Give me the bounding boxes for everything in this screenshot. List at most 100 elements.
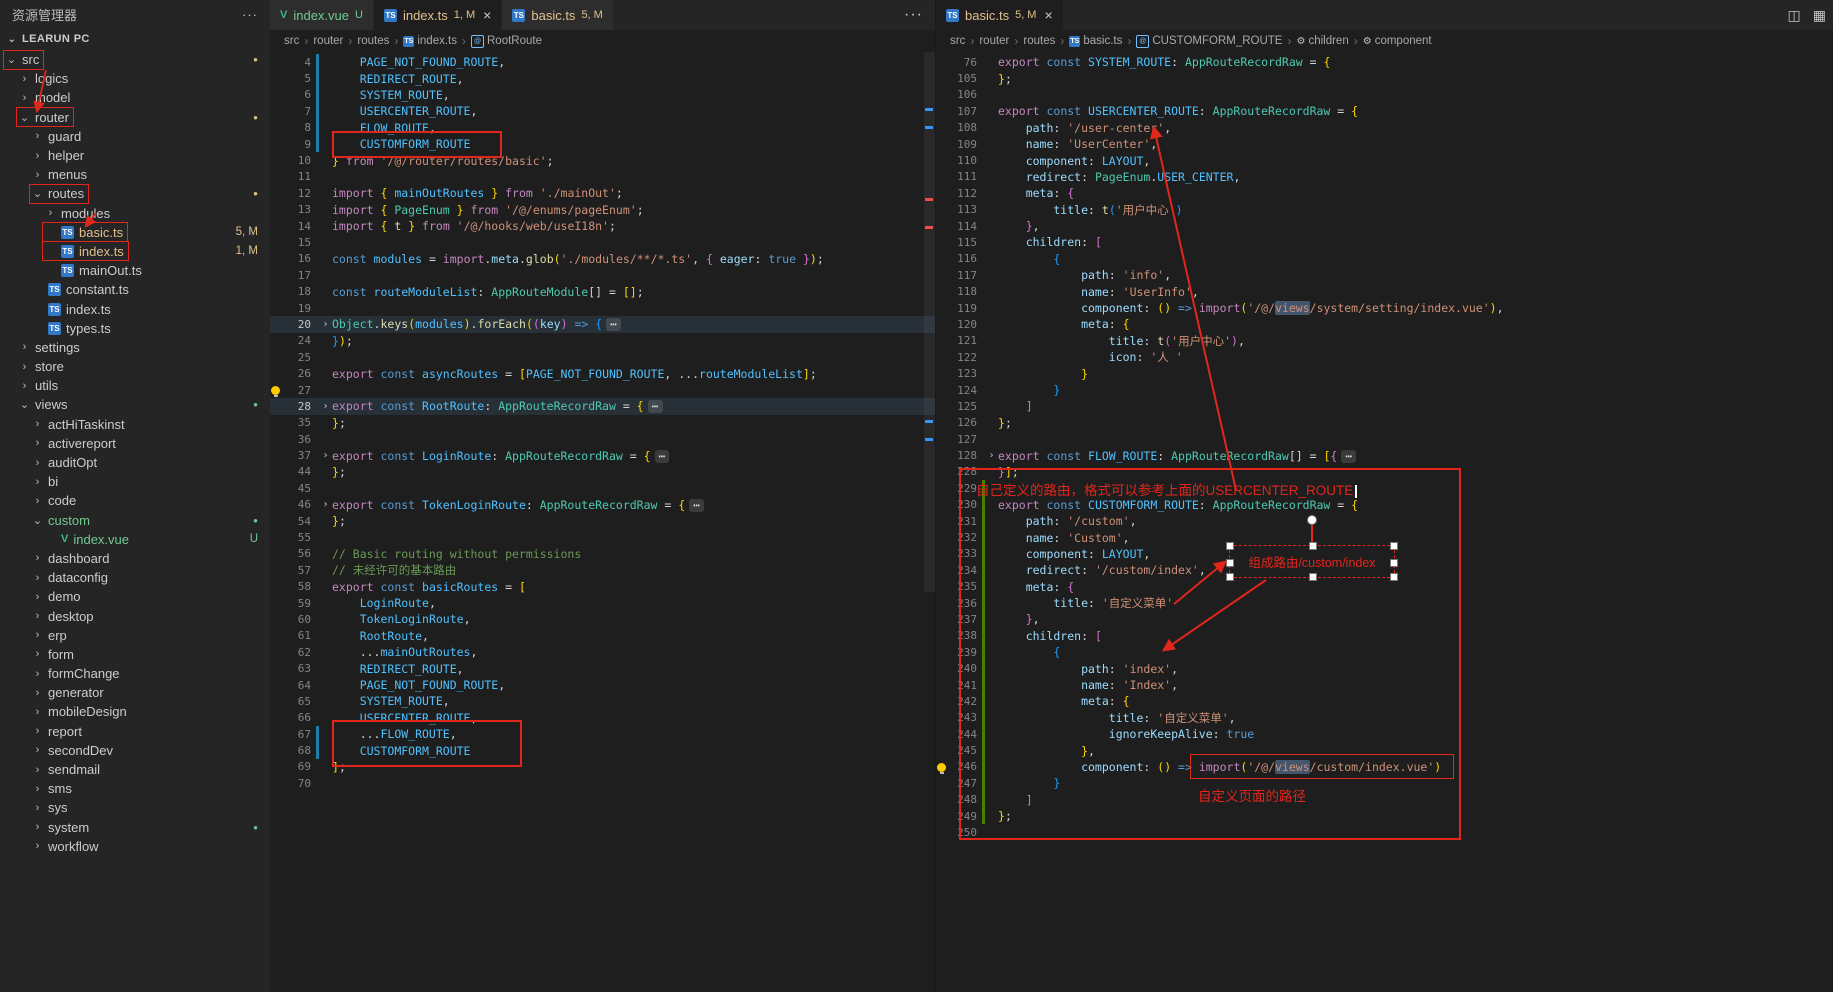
code-line-230[interactable]: 230export const CUSTOMFORM_ROUTE: AppRou…: [936, 497, 1833, 513]
code-line-60[interactable]: 60 TokenLoginRoute,: [270, 611, 935, 627]
breadcrumb-item-router[interactable]: router: [313, 35, 343, 47]
tree-item-dashboard[interactable]: ›dashboard: [0, 549, 270, 568]
code-line-57[interactable]: 57// 未经许可的基本路由: [270, 562, 935, 578]
tree-item-report[interactable]: ›report: [0, 722, 270, 741]
split-editor-icon[interactable]: ◫: [1788, 7, 1801, 24]
code-line-125[interactable]: 125 ]: [936, 398, 1833, 414]
tree-item-secondDev[interactable]: ›secondDev: [0, 741, 270, 760]
code-line-231[interactable]: 231 path: '/custom',: [936, 513, 1833, 529]
code-line-237[interactable]: 237 },: [936, 611, 1833, 627]
tree-item-sms[interactable]: ›sms: [0, 779, 270, 798]
tree-item-constant.ts[interactable]: TSconstant.ts: [0, 280, 270, 299]
code-line-111[interactable]: 111 redirect: PageEnum.USER_CENTER,: [936, 169, 1833, 185]
code-line-126[interactable]: 126};: [936, 415, 1833, 431]
breadcrumb-item-src[interactable]: src: [284, 35, 299, 47]
code-line-238[interactable]: 238 children: [: [936, 628, 1833, 644]
resize-handle[interactable]: [1390, 542, 1398, 550]
rotate-handle[interactable]: [1307, 515, 1317, 525]
code-line-249[interactable]: 249};: [936, 808, 1833, 824]
code-line-117[interactable]: 117 path: 'info',: [936, 267, 1833, 283]
tree-item-actHiTaskinst[interactable]: ›actHiTaskinst: [0, 415, 270, 434]
code-line-26[interactable]: 26export const asyncRoutes = [PAGE_NOT_F…: [270, 365, 935, 381]
lightbulb-icon[interactable]: [937, 763, 946, 772]
code-line-228[interactable]: 228}];: [936, 464, 1833, 480]
code-line-128[interactable]: 128›export const FLOW_ROUTE: AppRouteRec…: [936, 447, 1833, 463]
code-line-110[interactable]: 110 component: LAYOUT,: [936, 152, 1833, 168]
tree-item-settings[interactable]: ›settings: [0, 338, 270, 357]
code-line-108[interactable]: 108 path: '/user-center',: [936, 120, 1833, 136]
code-line-239[interactable]: 239 {: [936, 644, 1833, 660]
tree-item-routes[interactable]: ⌄routes●: [0, 184, 270, 203]
code-line-65[interactable]: 65 SYSTEM_ROUTE,: [270, 693, 935, 709]
layout-icon[interactable]: ▦: [1813, 7, 1826, 24]
breadcrumb-item-RootRoute[interactable]: @RootRoute: [471, 35, 542, 48]
breadcrumb-item-CUSTOMFORM_ROUTE[interactable]: @CUSTOMFORM_ROUTE: [1136, 35, 1282, 48]
close-icon[interactable]: ×: [1044, 7, 1052, 23]
code-line-25[interactable]: 25: [270, 349, 935, 365]
code-line-115[interactable]: 115 children: [: [936, 234, 1833, 250]
tree-item-code[interactable]: ›code: [0, 491, 270, 510]
tree-item-sendmail[interactable]: ›sendmail: [0, 760, 270, 779]
resize-handle[interactable]: [1309, 573, 1317, 581]
tree-item-index.ts[interactable]: TSindex.ts: [0, 299, 270, 318]
folded-region-ellipsis[interactable]: ⋯: [655, 450, 670, 463]
resize-handle[interactable]: [1390, 559, 1398, 567]
code-line-127[interactable]: 127: [936, 431, 1833, 447]
tree-item-dataconfig[interactable]: ›dataconfig: [0, 568, 270, 587]
code-line-64[interactable]: 64 PAGE_NOT_FOUND_ROUTE,: [270, 677, 935, 693]
tree-item-bi[interactable]: ›bi: [0, 472, 270, 491]
code-line-46[interactable]: 46›export const TokenLoginRoute: AppRout…: [270, 497, 935, 513]
code-line-62[interactable]: 62 ...mainOutRoutes,: [270, 644, 935, 660]
code-line-16[interactable]: 16const modules = import.meta.glob('./mo…: [270, 251, 935, 267]
code-line-123[interactable]: 123 }: [936, 365, 1833, 381]
code-line-236[interactable]: 236 title: '自定义菜单': [936, 595, 1833, 611]
editor-tab-basic.ts[interactable]: TSbasic.ts5, M: [502, 0, 613, 30]
tree-item-form[interactable]: ›form: [0, 645, 270, 664]
code-line-54[interactable]: 54};: [270, 513, 935, 529]
code-line-61[interactable]: 61 RootRoute,: [270, 628, 935, 644]
code-line-112[interactable]: 112 meta: {: [936, 185, 1833, 201]
tree-item-erp[interactable]: ›erp: [0, 626, 270, 645]
breadcrumb-item-component[interactable]: ⚙component: [1363, 35, 1432, 47]
tree-item-workflow[interactable]: ›workflow: [0, 837, 270, 856]
tree-item-guard[interactable]: ›guard: [0, 127, 270, 146]
code-line-245[interactable]: 245 },: [936, 742, 1833, 758]
tree-item-custom[interactable]: ⌄custom●: [0, 511, 270, 530]
tree-item-types.ts[interactable]: TStypes.ts: [0, 319, 270, 338]
tree-item-utils[interactable]: ›utils: [0, 376, 270, 395]
code-line-45[interactable]: 45: [270, 480, 935, 496]
tree-item-demo[interactable]: ›demo: [0, 587, 270, 606]
breadcrumb-item-children[interactable]: ⚙children: [1296, 35, 1348, 47]
breadcrumb-item-src[interactable]: src: [950, 35, 965, 47]
code-line-243[interactable]: 243 title: '自定义菜单',: [936, 710, 1833, 726]
folded-region-ellipsis[interactable]: ⋯: [689, 499, 704, 512]
code-line-107[interactable]: 107export const USERCENTER_ROUTE: AppRou…: [936, 103, 1833, 119]
folded-region-ellipsis[interactable]: ⋯: [648, 400, 663, 413]
tree-item-store[interactable]: ›store: [0, 357, 270, 376]
tree-item-views[interactable]: ⌄views●: [0, 395, 270, 414]
lightbulb-icon[interactable]: [271, 386, 280, 395]
scrollbar[interactable]: [924, 52, 935, 592]
code-line-240[interactable]: 240 path: 'index',: [936, 660, 1833, 676]
folded-region-ellipsis[interactable]: ⋯: [606, 318, 621, 331]
more-actions-icon[interactable]: ···: [904, 0, 923, 30]
breadcrumb-item-routes[interactable]: routes: [1023, 35, 1055, 47]
code-line-24[interactable]: 24});: [270, 333, 935, 349]
resize-handle[interactable]: [1226, 573, 1234, 581]
resize-handle[interactable]: [1309, 542, 1317, 550]
breadcrumb-item-routes[interactable]: routes: [357, 35, 389, 47]
breadcrumb-item-router[interactable]: router: [979, 35, 1009, 47]
editor-tab-index.ts[interactable]: TSindex.ts1, M×: [374, 0, 502, 30]
code-line-55[interactable]: 55: [270, 529, 935, 545]
tree-item-formChange[interactable]: ›formChange: [0, 664, 270, 683]
tree-item-sys[interactable]: ›sys: [0, 798, 270, 817]
code-line-4[interactable]: 4 PAGE_NOT_FOUND_ROUTE,: [270, 54, 935, 70]
tree-item-mobileDesign[interactable]: ›mobileDesign: [0, 702, 270, 721]
fold-chevron-icon[interactable]: ›: [319, 450, 332, 461]
code-line-20[interactable]: 20›Object.keys(modules).forEach((key) =>…: [270, 316, 935, 332]
tree-item-desktop[interactable]: ›desktop: [0, 606, 270, 625]
tree-item-modules[interactable]: ›modules: [0, 204, 270, 223]
resize-handle[interactable]: [1226, 559, 1234, 567]
code-line-120[interactable]: 120 meta: {: [936, 316, 1833, 332]
code-line-121[interactable]: 121 title: t('用户中心'),: [936, 333, 1833, 349]
